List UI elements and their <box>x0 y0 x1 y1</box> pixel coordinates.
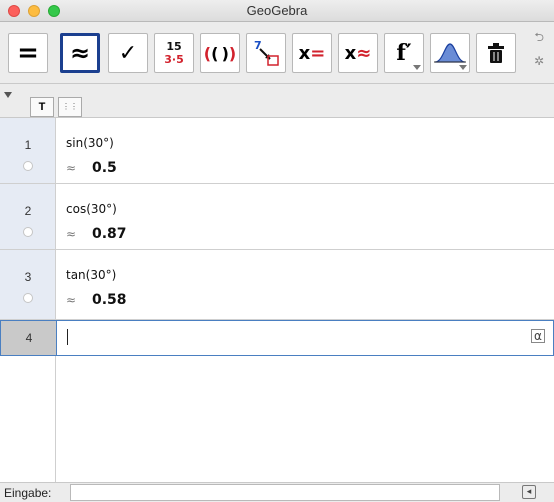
dropdown-triangle-icon <box>413 65 421 70</box>
solve-numerically-icon: x≈ <box>344 42 372 64</box>
factor-number-icon: 15 3·5 <box>164 40 184 66</box>
cas-row[interactable]: 2 cos(30°) ≈ 0.87 <box>0 184 554 250</box>
numeric-tool-button[interactable]: ≈ <box>60 33 100 73</box>
delete-tool-button[interactable] <box>476 33 516 73</box>
table-style-button[interactable]: ⋮⋮ <box>58 97 82 117</box>
input-bar-field[interactable] <box>70 484 500 501</box>
row-number-cell: 2 <box>0 184 56 249</box>
row-input-expression[interactable]: tan(30°) <box>66 268 116 282</box>
expand-tool-button[interactable]: (( )) <box>200 33 240 73</box>
row-number-cell: 1 <box>0 118 56 183</box>
row-number-cell: 3 <box>0 250 56 319</box>
solve-icon: x= <box>298 42 326 64</box>
expand-icon: (( )) <box>203 43 237 63</box>
title-bar: GeoGebra <box>0 0 554 22</box>
row-output-value: 0.5 <box>92 160 117 176</box>
row-number: 4 <box>25 331 33 345</box>
checkmark-icon: ✓ <box>118 40 138 66</box>
trash-icon <box>488 43 504 63</box>
cas-row[interactable]: 1 sin(30°) ≈ 0.5 <box>0 118 554 184</box>
input-bar-label: Eingabe: <box>4 486 52 500</box>
view-header: T ⋮⋮ <box>0 84 554 118</box>
equals-icon: = <box>17 38 39 68</box>
substitute-tool-button[interactable]: 7 <box>246 33 286 73</box>
substitute-icon: 7 <box>254 39 279 66</box>
input-bar: Eingabe: ◂ <box>0 482 554 502</box>
derivative-icon: f′ <box>396 40 412 66</box>
visibility-radio[interactable] <box>23 161 33 171</box>
approx-sign: ≈ <box>66 227 77 241</box>
row-number: 2 <box>24 204 32 218</box>
symbol-keyboard-icon[interactable]: α <box>531 329 545 343</box>
row-number: 1 <box>24 138 32 152</box>
keep-input-tool-button[interactable]: ✓ <box>108 33 148 73</box>
factor-number-tool-button[interactable]: 15 3·5 <box>154 33 194 73</box>
approx-icon: ≈ <box>69 39 91 67</box>
approx-sign: ≈ <box>66 161 77 175</box>
collapse-toggle-icon[interactable] <box>4 92 12 98</box>
window-title: GeoGebra <box>246 3 308 18</box>
settings-gear-icon[interactable]: ✲ <box>534 54 544 68</box>
row-input-expression[interactable]: sin(30°) <box>66 136 114 150</box>
visibility-radio[interactable] <box>23 293 33 303</box>
text-cursor <box>67 329 68 345</box>
approx-sign: ≈ <box>66 293 77 307</box>
bell-curve-icon <box>434 43 466 63</box>
text-style-button[interactable]: T <box>30 97 54 117</box>
row-input-expression[interactable]: cos(30°) <box>66 202 117 216</box>
cas-row-active[interactable]: 4 α <box>0 320 554 356</box>
cas-row[interactable]: 3 tan(30°) ≈ 0.58 <box>0 250 554 320</box>
visibility-radio[interactable] <box>23 227 33 237</box>
derivative-tool-button[interactable]: f′ <box>384 33 424 73</box>
toolbar: = ≈ ✓ 15 3·5 (( )) 7 x= x≈ f′ ⮌ ✲ <box>0 22 554 84</box>
solve-tool-button[interactable]: x= <box>292 33 332 73</box>
undo-icon[interactable]: ⮌ <box>534 28 544 49</box>
solve-numerically-tool-button[interactable]: x≈ <box>338 33 378 73</box>
input-help-icon[interactable]: ◂ <box>522 485 536 499</box>
row-output-value: 0.58 <box>92 292 127 308</box>
probability-calculator-tool-button[interactable] <box>430 33 470 73</box>
evaluate-tool-button[interactable]: = <box>8 33 48 73</box>
dropdown-triangle-icon <box>459 65 467 70</box>
row-output-value: 0.87 <box>92 226 127 242</box>
row-number-cell: 4 <box>1 321 57 355</box>
row-number: 3 <box>24 270 32 284</box>
